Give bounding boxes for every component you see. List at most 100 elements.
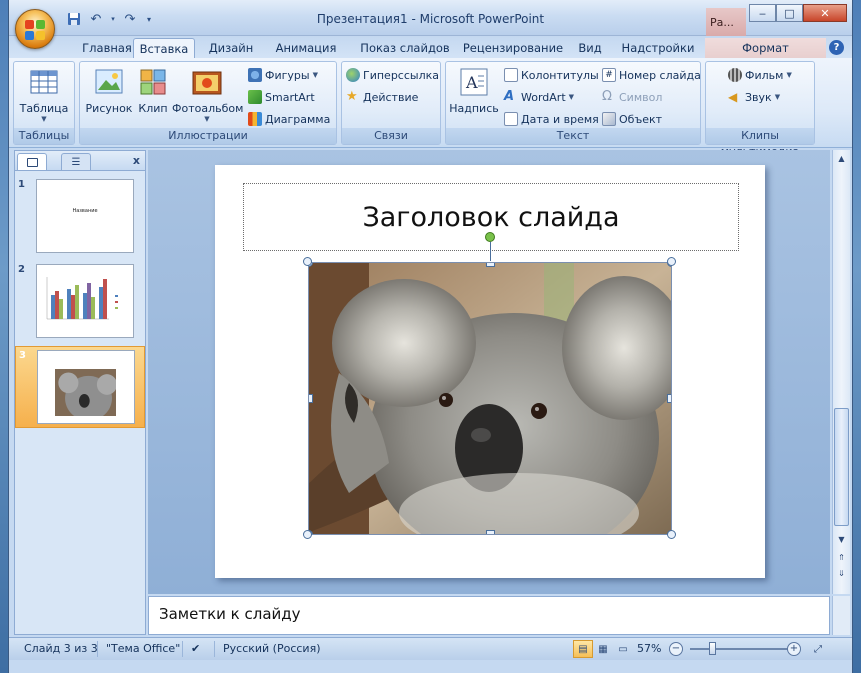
tab-design[interactable]: Дизайн xyxy=(202,38,260,58)
slide-number-button[interactable]: # Номер слайда xyxy=(602,66,701,84)
resize-handle-bottom-right-outer[interactable] xyxy=(667,530,676,539)
status-bar: Слайд 3 из 3 "Тема Office" ✔ Русский (Ро… xyxy=(9,637,852,660)
notes-scrollbar[interactable] xyxy=(832,596,850,635)
smartart-button[interactable]: SmartArt xyxy=(248,88,315,106)
scroll-down-icon[interactable]: ▼ xyxy=(834,532,849,547)
calendar-icon xyxy=(504,112,518,126)
zoom-level[interactable]: 57% xyxy=(637,642,661,655)
textbox-button[interactable]: A Надпись xyxy=(448,66,500,115)
scroll-up-icon[interactable]: ▲ xyxy=(834,151,849,166)
slides-tab[interactable] xyxy=(17,153,47,170)
film-icon xyxy=(728,68,742,82)
zoom-out-icon[interactable]: − xyxy=(669,642,683,656)
slide-preview: Название xyxy=(36,179,134,253)
close-button[interactable]: ✕ xyxy=(803,4,847,22)
date-time-button[interactable]: Дата и время xyxy=(504,110,599,128)
tab-slide-show[interactable]: Показ слайдов xyxy=(355,38,455,58)
office-button[interactable] xyxy=(15,9,55,49)
chart-button[interactable]: Диаграмма xyxy=(248,110,330,128)
tab-format[interactable]: Формат xyxy=(705,38,826,58)
slide-canvas[interactable]: Заголовок слайда xyxy=(215,165,765,578)
hyperlink-button[interactable]: Гиперссылка xyxy=(346,66,439,84)
slide-thumbnail-1[interactable]: 1 Название xyxy=(15,176,145,258)
notes-pane[interactable]: Заметки к слайду xyxy=(148,596,830,635)
zoom-slider-knob[interactable] xyxy=(709,642,716,655)
table-button[interactable]: Таблица ▼ xyxy=(18,66,70,123)
sound-label: Звук xyxy=(745,90,772,104)
next-slide-icon[interactable]: ⇓ xyxy=(834,566,849,581)
slide-count: Слайд 3 из 3 xyxy=(24,642,98,655)
slide-number: 1 xyxy=(18,179,25,190)
slide-show-view-icon[interactable]: ▭ xyxy=(613,640,633,658)
vertical-scrollbar[interactable]: ▲ ▼ ⇑ ⇓ xyxy=(832,150,850,594)
slide-sorter-view-icon[interactable]: ▦ xyxy=(593,640,613,658)
table-label: Таблица xyxy=(19,102,69,115)
shapes-button[interactable]: Фигуры ▼ xyxy=(248,66,318,84)
movie-label: Фильм xyxy=(745,68,784,82)
slide-thumbnail-2[interactable]: 2 xyxy=(15,261,145,343)
action-button[interactable]: ★ Действие xyxy=(346,88,418,106)
chevron-down-icon: ▼ xyxy=(568,93,575,101)
symbol-button[interactable]: Ω Символ xyxy=(602,88,662,106)
picture-label: Рисунок xyxy=(85,102,133,115)
wordart-button[interactable]: A WordArt ▼ xyxy=(504,88,574,106)
tab-insert[interactable]: Вставка xyxy=(133,38,195,58)
rotation-handle[interactable] xyxy=(485,232,495,242)
status-divider xyxy=(214,641,215,657)
slide-number: 3 xyxy=(19,350,26,361)
minimize-button[interactable]: ‒ xyxy=(749,4,776,22)
table-icon xyxy=(28,66,60,98)
powerpoint-window: ↶ ▾ ↷ ▾ Презентация1 - Microsoft PowerPo… xyxy=(8,0,853,673)
date-time-label: Дата и время xyxy=(521,112,599,126)
action-star-icon: ★ xyxy=(346,89,358,104)
movie-button[interactable]: Фильм ▼ xyxy=(728,66,792,84)
slides-panel-tabs: ☰ x xyxy=(15,151,145,171)
textbox-icon: A xyxy=(458,66,490,98)
outline-tab[interactable]: ☰ xyxy=(61,153,91,170)
koala-picture[interactable] xyxy=(308,262,672,535)
ribbon-tabs: Главная Вставка Дизайн Анимация Показ сл… xyxy=(9,36,852,58)
header-footer-button[interactable]: Колонтитулы xyxy=(504,66,599,84)
group-label-tables: Таблицы xyxy=(14,128,74,144)
slide-editing-area: Заголовок слайда xyxy=(148,150,830,594)
photo-album-icon xyxy=(191,66,223,98)
resize-handle-top-right-outer[interactable] xyxy=(667,257,676,266)
close-panel-icon[interactable]: x xyxy=(133,154,140,167)
language[interactable]: Русский (Россия) xyxy=(223,642,321,655)
normal-view-icon[interactable]: ▤ xyxy=(573,640,593,658)
resize-handle-top-left-outer[interactable] xyxy=(303,257,312,266)
slide-thumbnail-3[interactable]: 3 xyxy=(15,346,145,428)
resize-handle-right[interactable] xyxy=(667,394,671,403)
tab-animation[interactable]: Анимация xyxy=(271,38,341,58)
window-controls: ‒ □ ✕ xyxy=(749,4,847,22)
tab-view[interactable]: Вид xyxy=(575,38,605,58)
clip-art-icon xyxy=(137,66,169,98)
photo-album-button[interactable]: Фотоальбом ▼ xyxy=(172,66,243,123)
window-bottom-border xyxy=(9,660,852,673)
sound-button[interactable]: ◀ Звук ▼ xyxy=(728,88,780,106)
svg-text:A: A xyxy=(465,73,478,92)
resize-handle-top[interactable] xyxy=(486,263,495,267)
resize-handle-bottom-left-outer[interactable] xyxy=(303,530,312,539)
tab-review[interactable]: Рецензирование xyxy=(460,38,566,58)
clip-button[interactable]: Клип xyxy=(136,66,170,115)
spelling-check-icon[interactable]: ✔ xyxy=(191,642,200,655)
zoom-in-icon[interactable]: + xyxy=(787,642,801,656)
hyperlink-label: Гиперссылка xyxy=(363,68,439,82)
slide-number: 2 xyxy=(18,264,25,275)
group-links: Гиперссылка ★ Действие Связи xyxy=(341,61,441,145)
smartart-label: SmartArt xyxy=(265,90,315,104)
slides-panel: ☰ x 1 Название 2 3 xyxy=(14,150,146,635)
chart-thumbnail xyxy=(46,277,118,320)
object-button[interactable]: Объект xyxy=(602,110,662,128)
maximize-button[interactable]: □ xyxy=(776,4,803,22)
resize-handle-bottom[interactable] xyxy=(486,530,495,534)
tab-addins[interactable]: Надстройки xyxy=(619,38,697,58)
scrollbar-thumb[interactable] xyxy=(834,408,849,526)
picture-button[interactable]: Рисунок xyxy=(84,66,134,115)
previous-slide-icon[interactable]: ⇑ xyxy=(834,550,849,565)
zoom-slider-track[interactable] xyxy=(690,648,792,650)
fit-to-window-icon[interactable]: ⤢ xyxy=(808,640,828,658)
resize-handle-left[interactable] xyxy=(309,394,313,403)
help-icon[interactable]: ? xyxy=(829,40,844,55)
